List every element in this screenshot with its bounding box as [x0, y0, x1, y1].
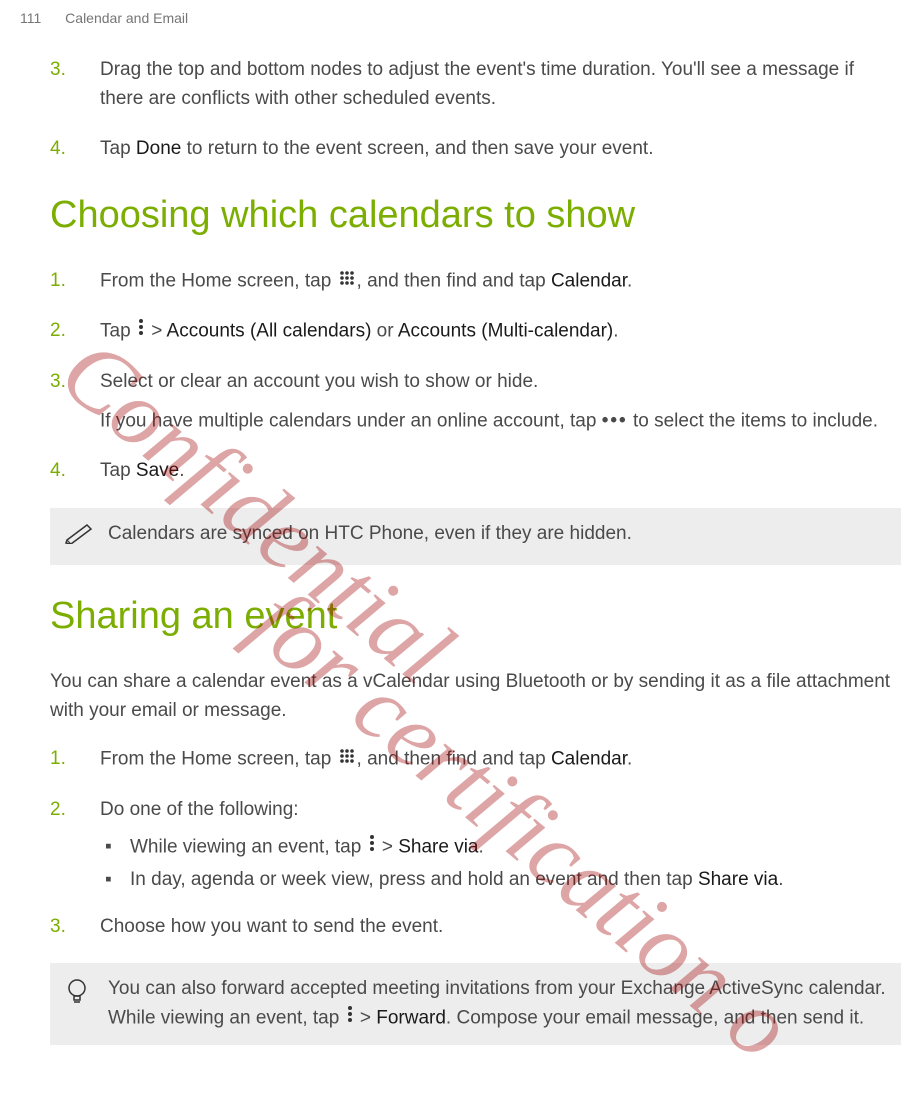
text: Tap: [100, 460, 136, 481]
step-text: From the Home screen, tap , and then fin…: [100, 267, 901, 296]
step-2: 2. Tap > Accounts (All calendars) or Acc…: [50, 317, 901, 346]
step-number: 1.: [50, 267, 100, 296]
text: >: [146, 321, 167, 342]
bold-text: Forward: [376, 1007, 446, 1028]
step-text: From the Home screen, tap , and then fin…: [100, 745, 901, 774]
tip-box: You can also forward accepted meeting in…: [50, 963, 901, 1044]
step-1: 1. From the Home screen, tap , and then …: [50, 745, 901, 774]
text: From the Home screen, tap: [100, 270, 337, 291]
text: .: [627, 749, 632, 770]
text: Tap: [100, 321, 136, 342]
note-box: Calendars are synced on HTC Phone, even …: [50, 508, 901, 566]
section-title: Calendar and Email: [65, 10, 188, 26]
text: to select the items to include.: [628, 410, 878, 431]
step-text: Tap Done to return to the event screen, …: [100, 135, 901, 164]
text-line: If you have multiple calendars under an …: [100, 407, 901, 436]
bold-text: Calendar: [551, 270, 627, 291]
text: or: [371, 321, 397, 342]
step-3: 3. Drag the top and bottom nodes to adju…: [50, 56, 901, 113]
bold-text: Share via: [698, 869, 778, 890]
text: .: [613, 321, 618, 342]
text: From the Home screen, tap: [100, 749, 337, 770]
step-number: 2.: [50, 796, 100, 825]
tip-text: You can also forward accepted meeting in…: [108, 975, 886, 1032]
apps-grid-icon: [339, 267, 355, 296]
pen-icon: [65, 522, 100, 554]
text: .: [179, 460, 184, 481]
step-3: 3. Choose how you want to send the event…: [50, 913, 901, 942]
bold-text: Accounts (All calendars): [167, 321, 372, 342]
bold-text: Save: [136, 460, 179, 481]
text: .: [479, 836, 484, 857]
step-number: 2.: [50, 317, 100, 346]
text: Tap: [100, 138, 136, 159]
step-4: 4. Tap Save.: [50, 457, 901, 486]
overflow-menu-icon: [369, 833, 375, 862]
page-content: 3. Drag the top and bottom nodes to adju…: [0, 26, 921, 1045]
step-number: 3.: [50, 368, 100, 435]
step-1: 1. From the Home screen, tap , and then …: [50, 267, 901, 296]
step-number: 4.: [50, 135, 100, 164]
overflow-menu-icon: [347, 1004, 353, 1033]
text: .: [778, 869, 783, 890]
text: While viewing an event, tap: [130, 836, 367, 857]
step-3: 3. Select or clear an account you wish t…: [50, 368, 901, 435]
bullet-item: ▪ While viewing an event, tap > Share vi…: [105, 833, 901, 862]
step-text: Drag the top and bottom nodes to adjust …: [100, 56, 901, 113]
horizontal-dots-icon: •••: [602, 407, 628, 436]
step-text: Tap > Accounts (All calendars) or Accoun…: [100, 317, 901, 346]
step-number: 1.: [50, 745, 100, 774]
bold-text: Done: [136, 138, 181, 159]
text: >: [355, 1007, 377, 1028]
text: to return to the event screen, and then …: [181, 138, 653, 159]
step-text: Choose how you want to send the event.: [100, 913, 901, 942]
heading-choosing-calendars: Choosing which calendars to show: [50, 194, 901, 237]
step-text: Select or clear an account you wish to s…: [100, 368, 901, 435]
bold-text: Calendar: [551, 749, 627, 770]
bold-text: Share via: [398, 836, 478, 857]
text: , and then find and tap: [357, 749, 551, 770]
intro-text: You can share a calendar event as a vCal…: [50, 668, 901, 725]
overflow-menu-icon: [138, 317, 144, 346]
text: , and then find and tap: [357, 270, 551, 291]
step-text: Do one of the following:: [100, 796, 901, 825]
text: >: [377, 836, 399, 857]
bullet-text: While viewing an event, tap > Share via.: [130, 833, 484, 862]
step-number: 3.: [50, 913, 100, 942]
step-text: Tap Save.: [100, 457, 901, 486]
text: In day, agenda or week view, press and h…: [130, 869, 698, 890]
text: . Compose your email message, and then s…: [446, 1007, 864, 1028]
bullet-mark: ▪: [105, 866, 130, 895]
step-2: 2. Do one of the following:: [50, 796, 901, 825]
page-header: 111 Calendar and Email: [0, 0, 921, 26]
bullet-item: ▪ In day, agenda or week view, press and…: [105, 866, 901, 895]
bullet-mark: ▪: [105, 833, 130, 862]
text: If you have multiple calendars under an …: [100, 410, 602, 431]
step-number: 3.: [50, 56, 100, 113]
bold-text: Accounts (Multi-calendar): [398, 321, 613, 342]
bullet-text: In day, agenda or week view, press and h…: [130, 866, 784, 895]
text: Select or clear an account you wish to s…: [100, 368, 901, 397]
apps-grid-icon: [339, 745, 355, 774]
page-number: 111: [20, 10, 41, 26]
note-text: Calendars are synced on HTC Phone, even …: [108, 520, 632, 549]
step-4: 4. Tap Done to return to the event scree…: [50, 135, 901, 164]
lightbulb-icon: [65, 977, 100, 1017]
step-number: 4.: [50, 457, 100, 486]
text: .: [627, 270, 632, 291]
heading-sharing-event: Sharing an event: [50, 595, 901, 638]
